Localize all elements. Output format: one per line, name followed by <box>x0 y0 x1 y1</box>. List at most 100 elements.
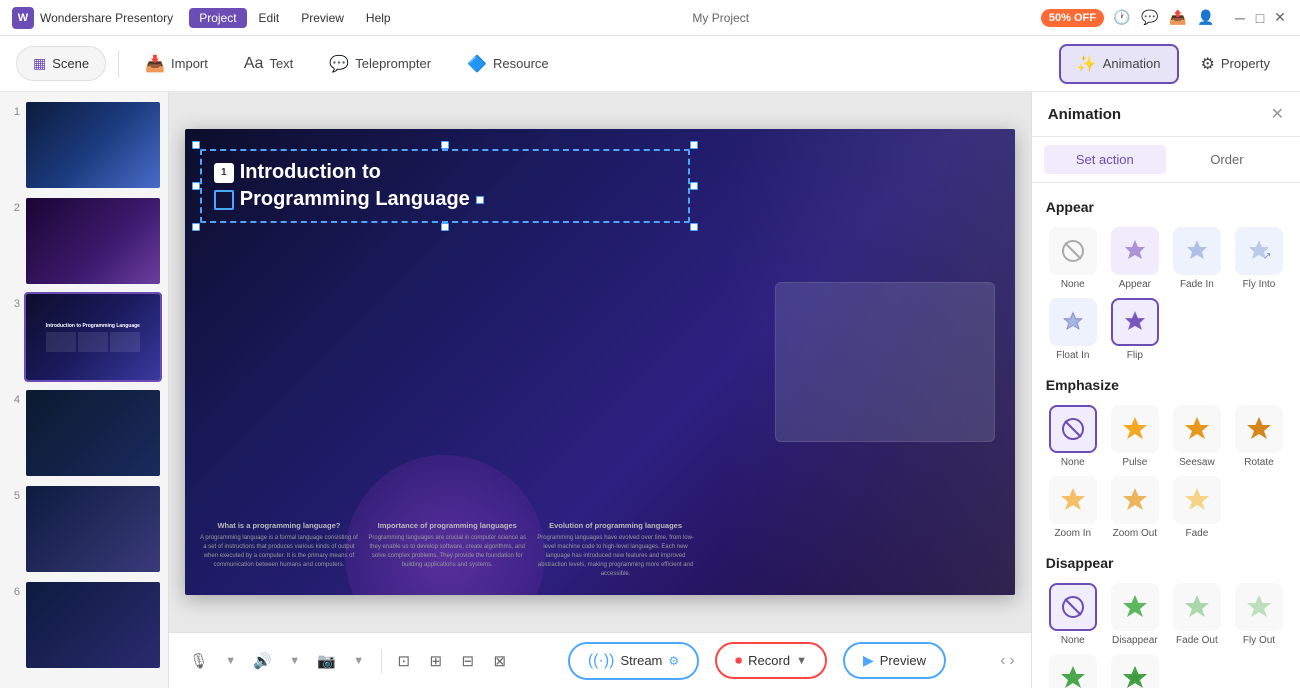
content-col-3: Evolution of programming languages Progr… <box>536 521 694 579</box>
handle-br[interactable] <box>690 223 698 231</box>
handle-bl[interactable] <box>192 223 200 231</box>
appear-flip-label: Flip <box>1127 350 1143 361</box>
disappear-float-out[interactable]: Float Out <box>1046 654 1100 688</box>
speaker-dropdown[interactable]: ▼ <box>281 647 309 675</box>
handle-tm[interactable] <box>441 141 449 149</box>
appear-fade-in[interactable]: Fade In <box>1170 227 1224 290</box>
appear-appear[interactable]: Appear <box>1108 227 1162 290</box>
import-button[interactable]: 📥 Import <box>131 46 222 82</box>
slide-thumb-content-2 <box>26 198 160 284</box>
tab-set-action[interactable]: Set action <box>1044 145 1166 174</box>
handle-mr[interactable] <box>690 182 698 190</box>
emphasize-pulse[interactable]: Pulse <box>1108 405 1162 468</box>
emphasize-none[interactable]: None <box>1046 405 1100 468</box>
handle-ml[interactable] <box>192 182 200 190</box>
handle-tl[interactable] <box>192 141 200 149</box>
slide-thumbnail-1[interactable] <box>24 100 162 190</box>
maximize-button[interactable]: □ <box>1252 10 1268 26</box>
clock-icon[interactable]: 🕐 <box>1112 8 1132 28</box>
mic-dropdown[interactable]: ▼ <box>217 647 245 675</box>
appear-float-in[interactable]: Float In <box>1046 298 1100 361</box>
content-col-1: What is a programming language? A progra… <box>200 521 358 579</box>
user-icon[interactable]: 👤 <box>1196 8 1216 28</box>
layout-icon-4[interactable]: ⊠ <box>486 647 514 675</box>
record-dropdown-arrow[interactable]: ▼ <box>796 655 807 667</box>
minimize-button[interactable]: ─ <box>1232 10 1248 26</box>
slide-item-3[interactable]: 3 Introduction to Programming Language <box>6 292 162 382</box>
layout-icon-1[interactable]: ⊡ <box>390 647 418 675</box>
content-col-2: Importance of programming languages Prog… <box>368 521 526 579</box>
slide-number-2: 2 <box>6 196 20 214</box>
speaker-icon[interactable]: 🔊 <box>249 647 277 675</box>
chat-icon[interactable]: 💬 <box>1140 8 1160 28</box>
appear-fade-in-icon <box>1173 227 1221 275</box>
slide-item-2[interactable]: 2 <box>6 196 162 286</box>
emphasize-fade[interactable]: Fade <box>1170 476 1224 539</box>
slide-content: 1 Introduction to Programming Language <box>185 129 1015 595</box>
appear-appear-icon <box>1111 227 1159 275</box>
layout-icon-2[interactable]: ⊞ <box>422 647 450 675</box>
menu-help[interactable]: Help <box>356 8 401 28</box>
disappear-fly-out[interactable]: Fly Out <box>1232 583 1286 646</box>
prev-slide-arrow[interactable]: ‹ <box>1000 652 1005 670</box>
slide-canvas[interactable]: 1 Introduction to Programming Language <box>185 129 1015 595</box>
share-icon[interactable]: 📤 <box>1168 8 1188 28</box>
disappear-flip[interactable]: Flip <box>1108 654 1162 688</box>
emphasize-zoom-out-icon <box>1111 476 1159 524</box>
appear-grid: None Appear Fade <box>1046 227 1286 361</box>
mic-icon[interactable]: 🎙 <box>185 647 213 675</box>
emphasize-zoom-out[interactable]: Zoom Out <box>1108 476 1162 539</box>
emphasize-rotate[interactable]: Rotate <box>1232 405 1286 468</box>
slide-thumbnail-3[interactable]: Introduction to Programming Language <box>24 292 162 382</box>
slide-thumbnail-6[interactable] <box>24 580 162 670</box>
disappear-disappear[interactable]: Disappear <box>1108 583 1162 646</box>
text-button[interactable]: Aa Text <box>230 47 307 81</box>
canvas-wrapper[interactable]: 1 Introduction to Programming Language <box>169 92 1031 632</box>
bottom-divider-1 <box>381 649 382 673</box>
menu-project[interactable]: Project <box>189 8 246 28</box>
slide-title-container[interactable]: 1 Introduction to Programming Language <box>200 149 690 223</box>
preview-button[interactable]: ▶ Preview <box>843 642 946 679</box>
teleprompter-button[interactable]: 💬 Teleprompter <box>315 46 445 82</box>
slide-item-4[interactable]: 4 <box>6 388 162 478</box>
close-button[interactable]: ✕ <box>1272 10 1288 26</box>
property-button[interactable]: ⚙ Property <box>1187 46 1284 82</box>
appear-fly-into[interactable]: ↗ Fly Into <box>1232 227 1286 290</box>
panel-close-button[interactable]: ✕ <box>1271 104 1284 124</box>
emphasize-none-icon <box>1049 405 1097 453</box>
slide-number-6: 6 <box>6 580 20 598</box>
camera-dropdown[interactable]: ▼ <box>345 647 373 675</box>
emphasize-rotate-icon <box>1235 405 1283 453</box>
animation-button[interactable]: ✨ Animation <box>1059 44 1179 84</box>
slide-item-1[interactable]: 1 <box>6 100 162 190</box>
slide-item-6[interactable]: 6 <box>6 580 162 670</box>
emphasize-seesaw[interactable]: Seesaw <box>1170 405 1224 468</box>
appear-float-in-icon <box>1049 298 1097 346</box>
next-slide-arrow[interactable]: › <box>1009 652 1014 670</box>
slide-number-3: 3 <box>6 292 20 310</box>
disappear-none[interactable]: None <box>1046 583 1100 646</box>
disappear-fade-out[interactable]: Fade Out <box>1170 583 1224 646</box>
tab-order[interactable]: Order <box>1166 145 1288 174</box>
slide-thumbnail-2[interactable] <box>24 196 162 286</box>
appear-flip[interactable]: Flip <box>1108 298 1162 361</box>
handle-bm[interactable] <box>441 223 449 231</box>
record-button[interactable]: ⏺ Record ▼ <box>715 642 827 679</box>
slide-thumbnail-4[interactable] <box>24 388 162 478</box>
menu-edit[interactable]: Edit <box>249 8 290 28</box>
scene-button[interactable]: ▦ Scene <box>16 46 106 81</box>
discount-badge[interactable]: 50% OFF <box>1041 9 1104 27</box>
slide-item-5[interactable]: 5 <box>6 484 162 574</box>
resource-button[interactable]: 🔷 Resource <box>453 46 563 82</box>
layout-icon-3[interactable]: ⊟ <box>454 647 482 675</box>
menu-preview[interactable]: Preview <box>291 8 354 28</box>
slide-thumbnail-5[interactable] <box>24 484 162 574</box>
camera-icon[interactable]: 📷 <box>313 647 341 675</box>
handle-tr[interactable] <box>690 141 698 149</box>
emphasize-zoom-in[interactable]: Zoom In <box>1046 476 1100 539</box>
disappear-grid: None Disappear F <box>1046 583 1286 688</box>
stream-button[interactable]: ((·)) Stream ⚙ <box>568 642 699 680</box>
property-icon: ⚙ <box>1201 54 1215 74</box>
appear-none[interactable]: None <box>1046 227 1100 290</box>
toolbar-divider <box>118 50 119 78</box>
